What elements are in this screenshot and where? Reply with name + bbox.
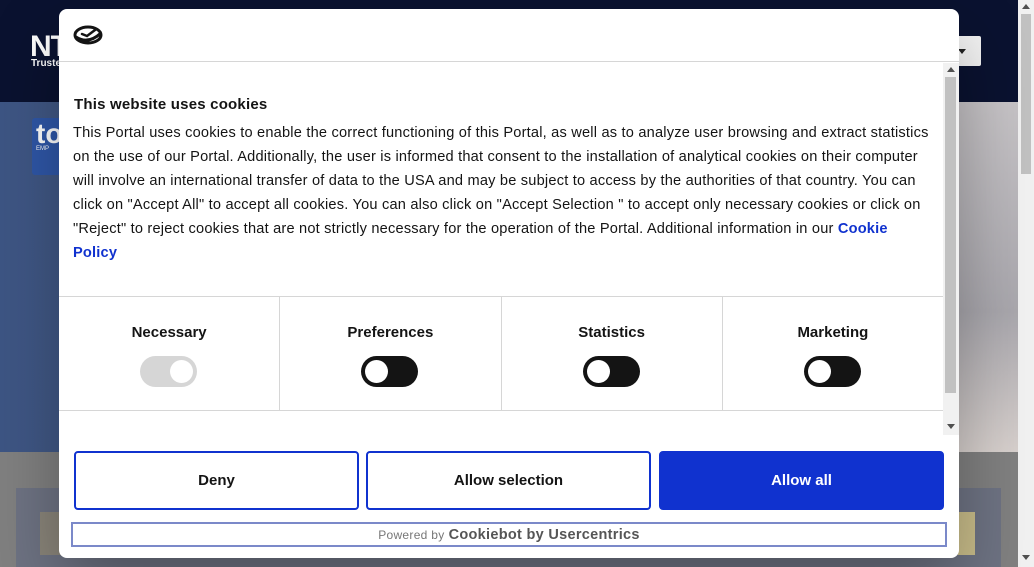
dialog-description-text: This Portal uses cookies to enable the c… (73, 125, 929, 237)
content-card-accent (958, 512, 975, 555)
hero-image (958, 102, 1018, 452)
allow-all-button[interactable]: Allow all (659, 451, 944, 510)
toggle-statistics: Statistics (502, 297, 723, 410)
toggle-marketing: Marketing (723, 297, 943, 410)
powered-by-brand: Cookiebot by Usercentrics (448, 526, 640, 543)
switch-knob (586, 360, 610, 383)
scroll-down-arrow-icon[interactable] (1022, 555, 1030, 560)
powered-by-prefix: Powered by (378, 527, 445, 542)
dialog-scroll-down-icon[interactable] (947, 424, 955, 429)
necessary-switch (140, 356, 198, 387)
statistics-switch[interactable] (582, 356, 640, 387)
switch-knob (807, 360, 831, 383)
dialog-title: This website uses cookies (74, 96, 268, 113)
toggle-label-necessary: Necessary (131, 324, 207, 341)
preferences-switch[interactable] (361, 356, 419, 387)
powered-by-link[interactable]: Powered by Cookiebot by Usercentrics (71, 522, 947, 547)
site-logo-tagline: Truste (31, 58, 62, 69)
window-scrollbar[interactable] (1018, 0, 1034, 567)
dialog-description: This Portal uses cookies to enable the c… (73, 121, 935, 265)
toggle-label-marketing: Marketing (797, 324, 869, 341)
dialog-body: This website uses cookies This Portal us… (59, 63, 943, 435)
toggle-necessary: Necessary (59, 297, 281, 410)
toggle-preferences: Preferences (280, 297, 502, 410)
cookiebot-logo-icon[interactable] (73, 23, 103, 47)
dialog-header (59, 9, 959, 62)
consent-toggles: Necessary Preferences Statistics Marketi… (59, 296, 943, 411)
dialog-scroll-up-icon[interactable] (947, 67, 955, 72)
toggle-label-preferences: Preferences (347, 324, 434, 341)
certification-badge: to EMP (32, 118, 62, 175)
toggle-label-statistics: Statistics (578, 324, 645, 341)
deny-button[interactable]: Deny (74, 451, 359, 510)
dialog-scrollbar[interactable] (943, 63, 959, 435)
window-scrollbar-thumb[interactable] (1021, 14, 1031, 174)
switch-knob (170, 360, 194, 383)
marketing-switch[interactable] (803, 356, 861, 387)
scroll-up-arrow-icon[interactable] (1022, 4, 1030, 9)
dialog-scrollbar-thumb[interactable] (945, 77, 956, 393)
allow-selection-button[interactable]: Allow selection (366, 451, 651, 510)
switch-knob (365, 360, 389, 383)
cookie-consent-dialog: This website uses cookies This Portal us… (59, 9, 959, 558)
